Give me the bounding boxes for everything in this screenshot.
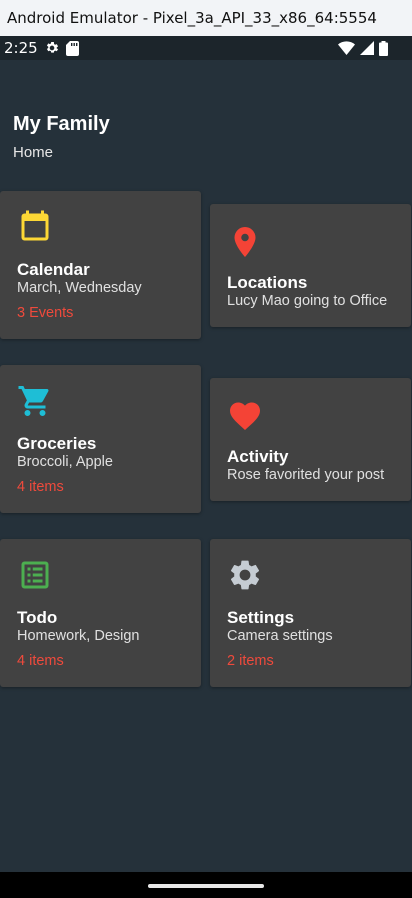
calendar-title: Calendar (17, 260, 90, 279)
activity-title: Activity (227, 447, 289, 466)
battery-icon (379, 40, 388, 56)
settings-gear-icon (46, 42, 58, 53)
page-subtitle: Home (13, 144, 54, 161)
location-pin-icon (234, 227, 256, 257)
calendar-card[interactable]: Calendar March, Wednesday 3 Events (0, 191, 201, 339)
locations-subtitle: Lucy Mao going to Office (227, 293, 388, 309)
page-title: My Family (13, 113, 110, 135)
settings-subtitle: Camera settings (227, 628, 333, 644)
groceries-count: 4 items (17, 479, 64, 495)
activity-subtitle: Rose favorited your post (227, 467, 385, 483)
todo-subtitle: Homework, Design (17, 628, 140, 644)
shopping-cart-icon (18, 386, 49, 416)
todo-count: 4 items (17, 653, 64, 669)
navigation-bar (0, 872, 412, 898)
status-time: 2:25 (4, 39, 38, 57)
activity-card[interactable]: Activity Rose favorited your post (210, 378, 411, 501)
window-titlebar: Android Emulator - Pixel_3a_API_33_x86_6… (0, 0, 412, 36)
groceries-subtitle: Broccoli, Apple (17, 454, 113, 470)
gear-icon (230, 560, 260, 590)
calendar-count: 3 Events (17, 305, 74, 321)
groceries-title: Groceries (17, 434, 97, 453)
todo-title: Todo (17, 608, 58, 627)
locations-card[interactable]: Locations Lucy Mao going to Office (210, 204, 411, 327)
heart-icon (230, 402, 260, 431)
settings-card[interactable]: Settings Camera settings 2 items (210, 539, 411, 687)
window-title: Android Emulator - Pixel_3a_API_33_x86_6… (7, 9, 377, 27)
wifi-icon (338, 41, 355, 55)
calendar-subtitle: March, Wednesday (17, 280, 142, 296)
app-screen: My Family Home Calendar March, Wednesday… (0, 60, 412, 872)
settings-count: 2 items (227, 653, 274, 669)
cell-signal-icon (360, 41, 374, 55)
list-icon (21, 561, 49, 589)
groceries-card[interactable]: Groceries Broccoli, Apple 4 items (0, 365, 201, 513)
home-gesture-handle[interactable] (148, 884, 264, 888)
settings-title: Settings (227, 608, 295, 627)
locations-title: Locations (227, 273, 308, 292)
sd-card-icon (65, 40, 79, 56)
todo-card[interactable]: Todo Homework, Design 4 items (0, 539, 201, 687)
status-bar: 2:25 (0, 36, 412, 60)
calendar-icon (21, 210, 49, 241)
